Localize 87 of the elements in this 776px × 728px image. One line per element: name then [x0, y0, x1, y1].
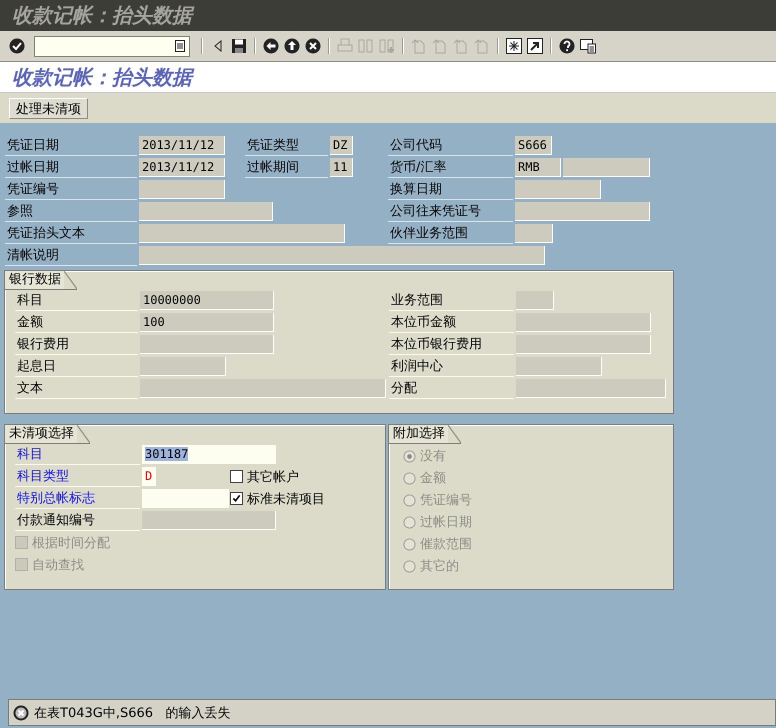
field-label: 伙伴业务范围: [388, 224, 513, 244]
status-message: 在表T043G中,S666 的输入丢失: [34, 704, 230, 722]
radio-label: 过帐日期: [420, 514, 472, 531]
checkbox-label: 其它帐户: [247, 468, 299, 486]
input-field[interactable]: [139, 246, 545, 265]
help-icon[interactable]: [559, 38, 575, 54]
field-label: 凭证类型: [245, 136, 328, 156]
field-label: 业务范围: [389, 291, 514, 311]
window-title: 收款记帐：抬头数据: [12, 2, 192, 29]
checkbox[interactable]: 其它帐户: [230, 467, 299, 486]
field-label: 过帐日期: [5, 158, 137, 178]
shortcut-icon[interactable]: [527, 38, 543, 54]
field-value: D: [145, 469, 152, 483]
input-field[interactable]: [515, 180, 601, 199]
input-field[interactable]: 2013/11/12: [139, 136, 225, 155]
error-icon: [13, 704, 29, 720]
field-label: 特别总帐标志: [15, 489, 140, 509]
checkmark-icon[interactable]: [9, 38, 25, 54]
radio-label: 催款范围: [420, 536, 472, 553]
group-title: 附加选择: [389, 425, 461, 444]
field-label: 清帐说明: [5, 246, 137, 266]
screen-title: 收款记帐：抬头数据: [12, 64, 192, 90]
field-label: 参照: [5, 202, 137, 222]
field-label: 过帐期间: [245, 158, 328, 178]
input-field[interactable]: [139, 180, 225, 199]
field-label: 起息日: [15, 357, 138, 377]
radio-label: 金额: [420, 470, 446, 487]
field-label: 本位币金额: [389, 313, 514, 333]
checkbox-square[interactable]: [230, 492, 243, 505]
checkbox-label: 根据时间分配: [32, 534, 110, 552]
group-title: 银行数据: [5, 271, 77, 290]
field-label: 公司往来凭证号: [388, 202, 513, 222]
field-label: 凭证抬头文本: [5, 224, 137, 244]
field-label: 付款通知编号: [15, 511, 140, 531]
checkbox[interactable]: 标准未清项目: [230, 489, 325, 508]
field-label: 货币/汇率: [388, 158, 513, 178]
field-label: 科目: [15, 291, 138, 311]
checkbox-label: 标准未清项目: [247, 490, 325, 508]
input-field[interactable]: DZ: [330, 136, 353, 155]
list-icon[interactable]: [175, 40, 185, 52]
field-label: 利润中心: [389, 357, 514, 377]
input-field[interactable]: [516, 379, 666, 398]
input-field[interactable]: 11: [330, 158, 353, 177]
field-label: 凭证日期: [5, 136, 137, 156]
input-field[interactable]: [140, 357, 226, 376]
field-label: 分配: [389, 379, 514, 399]
input-field[interactable]: [139, 202, 273, 221]
input-field[interactable]: [515, 224, 553, 243]
radio-label: 其它的: [420, 558, 459, 575]
input-field[interactable]: [516, 291, 554, 310]
input-field[interactable]: [142, 511, 276, 530]
input-field[interactable]: 301187: [142, 445, 276, 464]
input-field[interactable]: [140, 335, 274, 354]
field-label: 银行费用: [15, 335, 138, 355]
input-field[interactable]: [139, 224, 345, 243]
input-field[interactable]: [516, 357, 602, 376]
group-title: 未清项选择: [5, 425, 90, 444]
field-label: 换算日期: [388, 180, 513, 200]
field-value: 301187: [145, 447, 188, 461]
input-field[interactable]: 100: [140, 313, 274, 332]
asterisk-window-icon[interactable]: [506, 38, 522, 54]
monitor-icon[interactable]: [580, 38, 596, 54]
field-label: 文本: [15, 379, 138, 399]
checkbox-square[interactable]: [230, 470, 243, 483]
process-open-items-button[interactable]: 处理未清项: [9, 98, 88, 118]
input-field[interactable]: [516, 335, 651, 354]
field-label: 本位币银行费用: [389, 335, 514, 355]
input-field[interactable]: [563, 158, 650, 177]
input-field[interactable]: [515, 202, 650, 221]
input-field[interactable]: D: [142, 467, 156, 486]
input-field[interactable]: [142, 489, 229, 508]
command-field[interactable]: [34, 36, 190, 56]
input-field[interactable]: 10000000: [140, 291, 274, 310]
radio-label: 没有: [420, 448, 446, 465]
field-label: 科目: [15, 445, 140, 465]
close-icon[interactable]: [305, 38, 321, 54]
input-field[interactable]: [140, 379, 386, 398]
field-label: 科目类型: [15, 467, 140, 487]
field-label: 凭证编号: [5, 180, 137, 200]
radio-label: 凭证编号: [420, 492, 472, 509]
field-label: 公司代码: [388, 136, 513, 156]
input-field[interactable]: RMB: [515, 158, 561, 177]
input-field[interactable]: 2013/11/12: [139, 158, 225, 177]
input-field[interactable]: [516, 313, 651, 332]
checkbox-label: 自动查找: [32, 556, 84, 574]
field-label: 金额: [15, 313, 138, 333]
input-field[interactable]: S666: [515, 136, 552, 155]
